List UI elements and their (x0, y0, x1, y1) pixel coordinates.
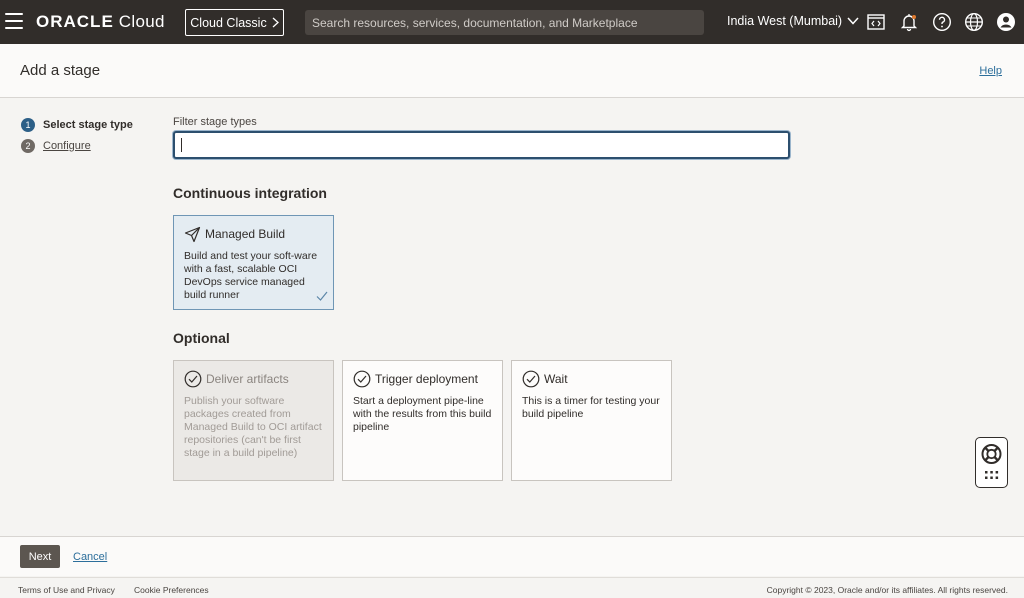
step-label[interactable]: Configure (43, 140, 91, 152)
optional-heading: Optional (173, 330, 230, 346)
cloud-classic-button[interactable]: Cloud Classic (185, 9, 284, 36)
question-icon[interactable] (932, 12, 952, 32)
card-description: Start a deployment pipe-line with the re… (353, 395, 492, 433)
card-header: Managed Build (184, 225, 323, 243)
check-circle-icon (522, 370, 540, 388)
chevron-right-icon (272, 17, 279, 28)
next-button[interactable]: Next (20, 545, 60, 568)
step-number: 2 (21, 138, 35, 153)
card-header: Deliver artifacts (184, 370, 323, 388)
globe-icon[interactable] (964, 12, 984, 32)
cloud-classic-label: Cloud Classic (190, 15, 267, 30)
page-header: Add a stage Help (0, 44, 1024, 98)
card-title: Wait (544, 372, 568, 386)
help-link[interactable]: Help (979, 65, 1002, 77)
chevron-down-icon (847, 17, 859, 25)
terms-of-use-link[interactable]: Terms of Use and Privacy (18, 585, 115, 595)
global-search-input[interactable]: Search resources, services, documentatio… (305, 10, 704, 35)
user-icon[interactable] (996, 12, 1016, 32)
help-widget-button[interactable] (975, 437, 1008, 488)
step-configure[interactable]: 2 Configure (21, 135, 133, 156)
wizard-steps: 1 Select stage type 2 Configure (21, 114, 133, 156)
wait-card[interactable]: Wait This is a timer for testing your bu… (511, 360, 672, 481)
check-circle-icon (184, 370, 202, 388)
card-description: Publish your software packages created f… (184, 395, 322, 459)
oracle-cloud-logo[interactable]: ORACLE Cloud (36, 12, 165, 32)
copyright-text: Copyright © 2023, Oracle and/or its affi… (766, 585, 1008, 595)
bell-icon[interactable] (899, 12, 919, 32)
hamburger-icon[interactable] (5, 13, 23, 31)
cancel-button[interactable]: Cancel (73, 551, 107, 563)
trigger-deployment-card[interactable]: Trigger deployment Start a deployment pi… (342, 360, 503, 481)
card-description: This is a timer for testing your build p… (522, 395, 660, 420)
card-title: Deliver artifacts (206, 372, 289, 386)
managed-build-card[interactable]: Managed Build Build and test your soft-w… (173, 215, 334, 310)
check-circle-icon (353, 370, 371, 388)
continuous-integration-heading: Continuous integration (173, 185, 327, 201)
card-header: Trigger deployment (353, 370, 492, 388)
region-selector[interactable]: India West (Mumbai) (727, 14, 859, 28)
wizard-actions-bar (0, 536, 1024, 576)
region-label: India West (Mumbai) (727, 14, 843, 28)
top-navigation-bar: ORACLE Cloud Cloud Classic Search resour… (0, 0, 1024, 44)
code-editor-icon[interactable] (866, 12, 886, 32)
card-header: Wait (522, 370, 661, 388)
checkmark-icon (316, 291, 328, 301)
text-cursor (181, 138, 182, 152)
step-number: 1 (21, 117, 35, 132)
page-title: Add a stage (20, 62, 101, 79)
deliver-artifacts-card: Deliver artifacts Publish your software … (173, 360, 334, 481)
card-title: Managed Build (205, 227, 286, 241)
filter-stage-types-input[interactable] (173, 131, 790, 159)
cookie-preferences-link[interactable]: Cookie Preferences (134, 585, 209, 595)
site-footer: Terms of Use and Privacy Cookie Preferen… (0, 577, 1024, 598)
card-description: Build and test your soft-ware with a fas… (184, 250, 318, 301)
paper-plane-icon (184, 226, 201, 242)
lifebuoy-icon (981, 444, 1002, 479)
card-title: Trigger deployment (375, 372, 478, 386)
filter-label: Filter stage types (173, 116, 257, 128)
step-select-stage-type: 1 Select stage type (21, 114, 133, 135)
step-label: Select stage type (43, 118, 133, 131)
